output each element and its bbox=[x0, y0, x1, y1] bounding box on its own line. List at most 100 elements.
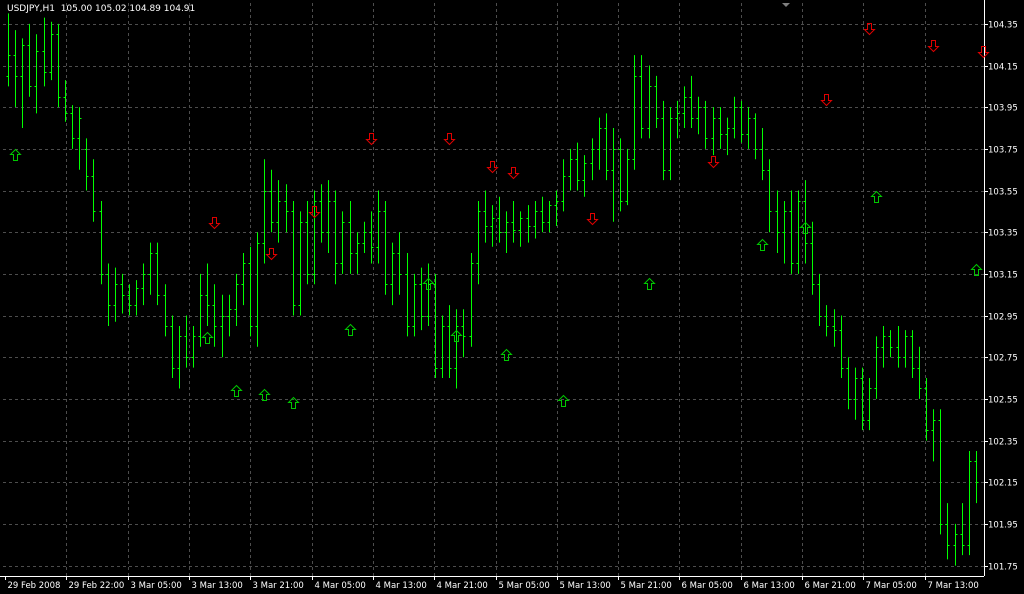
sell-arrow-icon bbox=[927, 40, 940, 53]
x-tick-label: 7 Mar 05:00 bbox=[866, 581, 917, 591]
chart-frame bbox=[0, 0, 985, 577]
ohlc-bar bbox=[234, 273, 239, 326]
ohlc-bar bbox=[590, 138, 595, 181]
buy-arrow-icon bbox=[970, 263, 983, 276]
sell-arrow-icon bbox=[977, 46, 990, 59]
price-axis: 104.35 104.15 103.95 103.75 103.55 103.35 103.… bbox=[984, 21, 1018, 573]
y-tick-label: 101.75 bbox=[988, 563, 1018, 573]
symbol-label: USDJPY,H1 bbox=[7, 4, 55, 14]
ohlc-bar bbox=[725, 117, 730, 156]
ohlc-bar bbox=[476, 200, 481, 285]
price-chart[interactable]: 104.35 104.15 103.95 103.75 103.55 103.35 103.… bbox=[0, 0, 1024, 594]
ohlc-bar bbox=[896, 325, 901, 368]
ohlc-bar bbox=[134, 280, 139, 316]
ohlc-bar bbox=[817, 273, 822, 326]
ohlc-bar bbox=[846, 357, 851, 410]
ohlc-bar bbox=[42, 17, 47, 87]
ohlc-bar bbox=[803, 180, 808, 264]
ohlc-bar bbox=[248, 246, 253, 337]
ohlc-bar bbox=[696, 96, 701, 135]
ohlc-bar bbox=[454, 309, 459, 389]
sell-arrow-icon bbox=[586, 213, 599, 226]
sell-arrow-icon bbox=[365, 133, 378, 146]
ohlc-bar bbox=[881, 325, 886, 368]
ohlc-bar bbox=[170, 315, 175, 379]
ohlc-bar bbox=[20, 38, 25, 129]
ohlc-readout: 105.00 105.02 104.89 104.91 bbox=[60, 4, 196, 14]
ohlc-bar bbox=[668, 107, 673, 181]
ohlc-bar bbox=[497, 196, 502, 243]
ohlc-bar bbox=[540, 196, 545, 233]
ohlc-bar bbox=[155, 242, 160, 306]
ohlc-bar bbox=[241, 253, 246, 306]
ohlc-bar bbox=[960, 503, 965, 556]
y-tick-label: 104.15 bbox=[988, 63, 1018, 73]
y-tick-label: 101.95 bbox=[988, 521, 1018, 531]
ohlc-bar bbox=[397, 232, 402, 295]
chart-header: USDJPY,H1 105.00 105.02 104.89 104.91 bbox=[7, 4, 195, 14]
ohlc-bar bbox=[348, 200, 353, 274]
ohlc-bar bbox=[276, 180, 281, 243]
chart-shift-marker[interactable] bbox=[782, 3, 790, 7]
sell-arrow-icon bbox=[486, 161, 499, 174]
ohlc-bar bbox=[191, 325, 196, 368]
ohlc-bar bbox=[390, 242, 395, 306]
ohlc-bar bbox=[56, 23, 61, 108]
ohlc-bar bbox=[291, 200, 296, 316]
x-tick-label: 4 Mar 05:00 bbox=[315, 581, 366, 591]
buy-arrow-icon bbox=[643, 277, 656, 290]
ohlc-bar bbox=[703, 100, 708, 149]
ohlc-bar bbox=[767, 159, 772, 233]
ohlc-bar bbox=[931, 409, 936, 462]
ohlc-bar bbox=[13, 30, 18, 108]
ohlc-bar bbox=[483, 190, 488, 243]
sell-arrow-icon bbox=[863, 23, 876, 36]
ohlc-bar bbox=[433, 273, 438, 379]
ohlc-bar bbox=[405, 253, 410, 337]
x-tick-label: 3 Mar 13:00 bbox=[192, 581, 243, 591]
x-tick-label: 29 Feb 2008 bbox=[8, 581, 61, 591]
ohlc-bar bbox=[227, 294, 232, 337]
ohlc-bar bbox=[148, 242, 153, 295]
ohlc-bar bbox=[639, 55, 644, 139]
y-tick-label: 102.15 bbox=[988, 479, 1018, 489]
ohlc-bar bbox=[547, 200, 552, 233]
buy-arrow-icon bbox=[201, 331, 214, 344]
ohlc-bar bbox=[632, 55, 637, 170]
y-tick-label: 102.55 bbox=[988, 396, 1018, 406]
ohlc-bar bbox=[198, 273, 203, 347]
ohlc-bar bbox=[255, 232, 260, 347]
chart-window[interactable]: 104.35 104.15 103.95 103.75 103.55 103.35 103.… bbox=[0, 0, 1024, 594]
sell-arrow-icon bbox=[443, 133, 456, 146]
ohlc-bar bbox=[888, 330, 893, 358]
x-tick-label: 4 Mar 13:00 bbox=[376, 581, 427, 591]
ohlc-bar bbox=[184, 315, 189, 368]
x-tick-label: 5 Mar 05:00 bbox=[499, 581, 550, 591]
ohlc-bar bbox=[675, 100, 680, 139]
buy-arrow-icon bbox=[870, 190, 883, 203]
ohlc-bar bbox=[461, 309, 466, 358]
ohlc-bar bbox=[753, 113, 758, 160]
y-tick-label: 103.75 bbox=[988, 146, 1018, 156]
ohlc-bar bbox=[967, 450, 972, 556]
ohlc-bar bbox=[611, 128, 616, 222]
x-tick-label: 6 Mar 13:00 bbox=[744, 581, 795, 591]
ohlc-bar bbox=[369, 211, 374, 264]
sell-arrow-icon bbox=[265, 248, 278, 261]
ohlc-bar bbox=[355, 232, 360, 274]
ohlc-bar bbox=[625, 148, 630, 206]
ohlc-bar bbox=[575, 142, 580, 191]
ohlc-bar bbox=[99, 200, 104, 285]
x-tick-label: 5 Mar 13:00 bbox=[560, 581, 611, 591]
ohlc-bar bbox=[298, 211, 303, 316]
ohlc-bar bbox=[832, 309, 837, 347]
buy-arrow-icon bbox=[557, 394, 570, 407]
y-tick-label: 103.55 bbox=[988, 188, 1018, 198]
ohlc-bar bbox=[824, 305, 829, 337]
sell-arrow-icon bbox=[820, 94, 833, 107]
ohlc-bar bbox=[732, 96, 737, 139]
sell-arrow-icon bbox=[208, 217, 221, 230]
sell-arrow-icon bbox=[507, 167, 520, 180]
ohlc-bar bbox=[412, 273, 417, 337]
ohlc-bar bbox=[526, 205, 531, 243]
